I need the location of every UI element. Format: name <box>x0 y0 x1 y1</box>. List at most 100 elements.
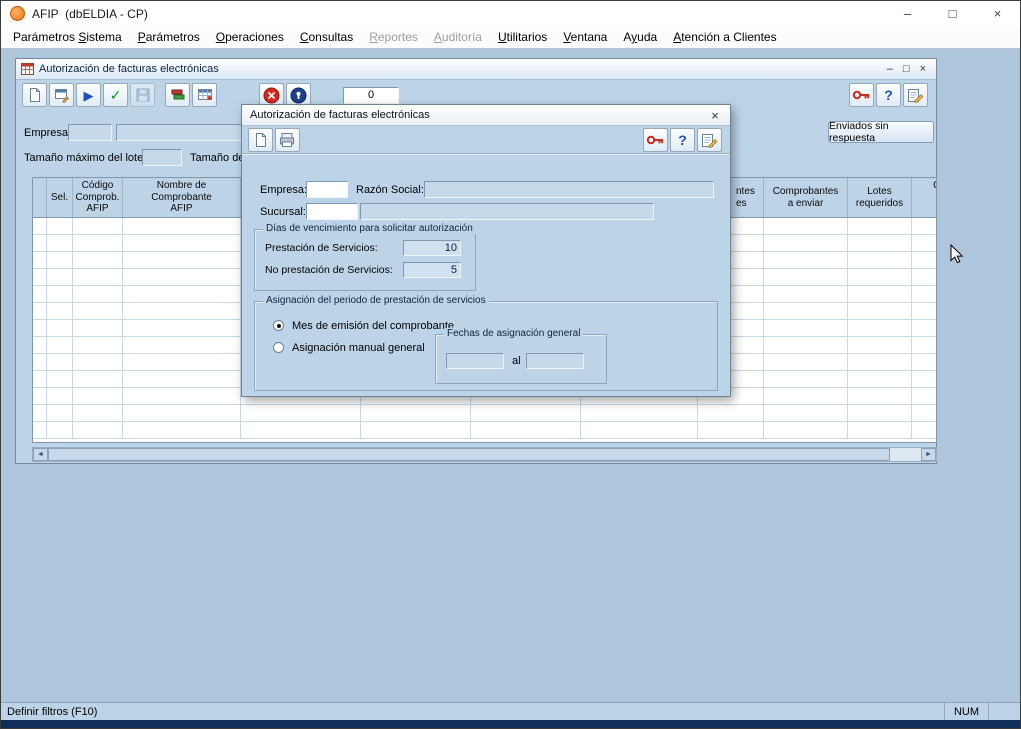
child-titlebar[interactable]: Autorización de facturas electrónicas – … <box>16 59 936 80</box>
radio-manual[interactable] <box>273 342 284 353</box>
dialog-exit-button[interactable] <box>643 128 668 152</box>
table-cell-comprobantes-a-enviar[interactable] <box>764 269 848 285</box>
column-header-codigo-comprob-afip[interactable]: Código Comprob. AFIP <box>73 178 123 217</box>
table-cell-comprobantes-enviados-sin-respuesta[interactable] <box>912 303 937 319</box>
table-cell-lotes-requeridos[interactable] <box>848 337 912 353</box>
table-cell-row-selector[interactable] <box>33 252 47 268</box>
table-cell-row-selector[interactable] <box>33 320 47 336</box>
tamano-maximo-field[interactable] <box>142 149 182 166</box>
no-prestacion-field[interactable]: 5 <box>403 262 461 278</box>
table-cell-codigo-comprob-afip[interactable] <box>73 320 123 336</box>
table-cell-codigo-comprob-afip[interactable] <box>73 269 123 285</box>
table-cell-nombre-comprobante-afip[interactable] <box>123 269 241 285</box>
table-cell-comprobantes-enviados-sin-respuesta[interactable] <box>912 371 937 387</box>
table-cell-codigo-comprob-afip[interactable] <box>73 286 123 302</box>
table-cell-comprobantes-enviados-sin-respuesta[interactable] <box>912 235 937 251</box>
table-cell-col-oculta-3[interactable] <box>471 405 581 421</box>
counter-field[interactable]: 0 <box>343 87 399 104</box>
menu-item-parametros-sistema[interactable]: Parámetros Sistema <box>5 27 130 47</box>
table-cell-nombre-comprobante-afip[interactable] <box>123 303 241 319</box>
table-cell-nombre-comprobante-afip[interactable] <box>123 371 241 387</box>
table-cell-comprobantes-a-enviar[interactable] <box>764 303 848 319</box>
table-row[interactable] <box>33 405 937 422</box>
table-cell-comprobantes-enviados-sin-respuesta[interactable] <box>912 269 937 285</box>
child-restore-button[interactable]: □ <box>903 63 910 75</box>
table-cell-row-selector[interactable] <box>33 235 47 251</box>
column-header-row-selector[interactable] <box>33 178 47 217</box>
dialog-close-button[interactable]: × <box>700 105 730 125</box>
table-cell-comprobantes-a-enviar[interactable] <box>764 371 848 387</box>
child-close-button[interactable]: × <box>920 63 926 75</box>
menu-item-atencion-a-clientes[interactable]: Atención a Clientes <box>665 27 784 47</box>
table-cell-comprobantes-enviados-sin-respuesta[interactable] <box>912 320 937 336</box>
table-cell-comprobantes-enviados-sin-respuesta[interactable] <box>912 354 937 370</box>
table-cell-codigo-comprob-afip[interactable] <box>73 405 123 421</box>
table-cell-col-parcial-ntes[interactable] <box>698 405 764 421</box>
table-cell-comprobantes-enviados-sin-respuesta[interactable] <box>912 252 937 268</box>
table-cell-comprobantes-a-enviar[interactable] <box>764 388 848 404</box>
minimize-button[interactable]: – <box>885 1 930 26</box>
table-cell-lotes-requeridos[interactable] <box>848 269 912 285</box>
dialog-print-button[interactable] <box>275 128 300 152</box>
menu-item-operaciones[interactable]: Operaciones <box>208 27 292 47</box>
dialog-help-button[interactable]: ? <box>670 128 695 152</box>
child-minimize-button[interactable]: – <box>887 63 893 75</box>
dialog-titlebar[interactable]: Autorización de facturas electrónicas × <box>242 105 730 126</box>
table-cell-codigo-comprob-afip[interactable] <box>73 388 123 404</box>
menu-item-ventana[interactable]: Ventana <box>555 27 615 47</box>
table-cell-sel[interactable] <box>47 235 73 251</box>
table-cell-codigo-comprob-afip[interactable] <box>73 371 123 387</box>
radio-manual-label[interactable]: Asignación manual general <box>292 342 425 354</box>
confirm-button[interactable]: ✓ <box>103 83 128 107</box>
lots-button[interactable] <box>165 83 190 107</box>
table-cell-sel[interactable] <box>47 354 73 370</box>
table-cell-lotes-requeridos[interactable] <box>848 218 912 234</box>
grid-button[interactable] <box>192 83 217 107</box>
table-cell-comprobantes-a-enviar[interactable] <box>764 320 848 336</box>
menu-item-ayuda[interactable]: Ayuda <box>615 27 665 47</box>
table-cell-col-oculta-2[interactable] <box>361 422 471 438</box>
table-cell-comprobantes-a-enviar[interactable] <box>764 218 848 234</box>
scrollbar-thumb[interactable] <box>48 448 890 461</box>
prestacion-field[interactable]: 10 <box>403 240 461 256</box>
table-cell-codigo-comprob-afip[interactable] <box>73 218 123 234</box>
table-cell-col-parcial-ntes[interactable] <box>698 422 764 438</box>
radio-mes[interactable] <box>273 320 284 331</box>
table-cell-nombre-comprobante-afip[interactable] <box>123 388 241 404</box>
signature-button[interactable] <box>903 83 928 107</box>
scrollbar-track[interactable] <box>890 448 921 461</box>
table-cell-col-oculta-3[interactable] <box>471 422 581 438</box>
table-cell-comprobantes-a-enviar[interactable] <box>764 354 848 370</box>
maximize-button[interactable]: □ <box>930 1 975 26</box>
table-cell-lotes-requeridos[interactable] <box>848 422 912 438</box>
table-cell-col-oculta-1[interactable] <box>241 405 361 421</box>
table-cell-lotes-requeridos[interactable] <box>848 286 912 302</box>
table-row[interactable] <box>33 422 937 439</box>
menu-item-consultas[interactable]: Consultas <box>292 27 361 47</box>
table-cell-lotes-requeridos[interactable] <box>848 388 912 404</box>
new-button[interactable] <box>22 83 47 107</box>
help-button[interactable]: ? <box>876 83 901 107</box>
menu-item-parametros[interactable]: Parámetros <box>130 27 208 47</box>
table-cell-sel[interactable] <box>47 320 73 336</box>
table-cell-nombre-comprobante-afip[interactable] <box>123 218 241 234</box>
table-cell-row-selector[interactable] <box>33 303 47 319</box>
dialog-signature-button[interactable] <box>697 128 722 152</box>
table-cell-sel[interactable] <box>47 269 73 285</box>
table-cell-lotes-requeridos[interactable] <box>848 252 912 268</box>
table-cell-comprobantes-enviados-sin-respuesta[interactable] <box>912 286 937 302</box>
table-cell-row-selector[interactable] <box>33 354 47 370</box>
table-cell-sel[interactable] <box>47 218 73 234</box>
table-cell-col-oculta-1[interactable] <box>241 422 361 438</box>
table-cell-row-selector[interactable] <box>33 405 47 421</box>
table-cell-row-selector[interactable] <box>33 286 47 302</box>
radio-mes-label[interactable]: Mes de emisión del comprobante <box>292 320 454 332</box>
table-cell-comprobantes-a-enviar[interactable] <box>764 337 848 353</box>
table-cell-lotes-requeridos[interactable] <box>848 371 912 387</box>
column-header-comprobantes-enviados-sin-respuesta[interactable]: Comproba enviado sin respu <box>912 178 937 217</box>
table-cell-sel[interactable] <box>47 388 73 404</box>
table-cell-nombre-comprobante-afip[interactable] <box>123 252 241 268</box>
sucursal-field[interactable] <box>306 203 358 220</box>
table-cell-comprobantes-a-enviar[interactable] <box>764 235 848 251</box>
table-cell-sel[interactable] <box>47 252 73 268</box>
